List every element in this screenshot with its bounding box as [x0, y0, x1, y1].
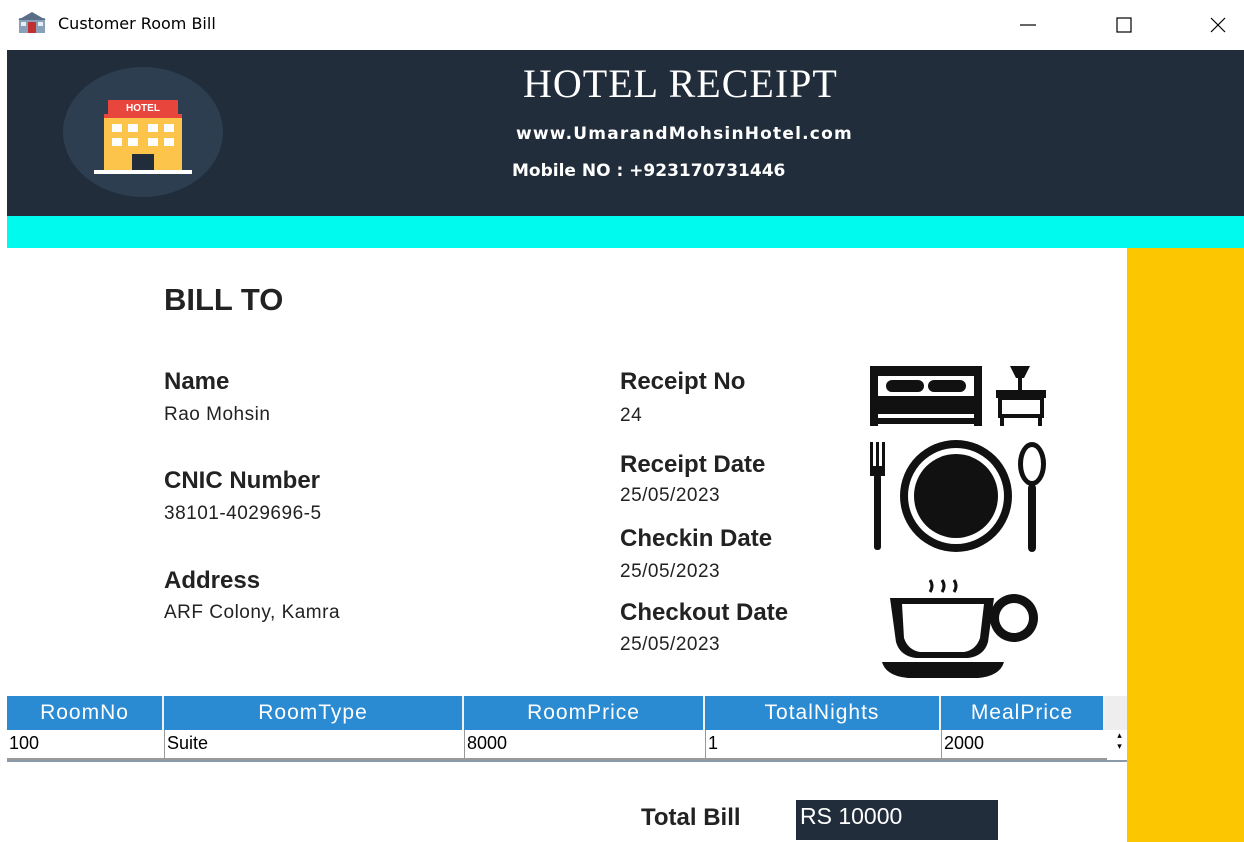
hotel-building-icon: HOTEL: [94, 100, 192, 174]
cell-roomtype: Suite: [164, 730, 464, 758]
checkin-date-label: Checkin Date: [620, 525, 773, 552]
cell-roomno: 100: [9, 733, 40, 753]
address-label: Address: [164, 567, 261, 594]
table-row[interactable]: 100 Suite 8000 1 2000: [7, 730, 1107, 760]
column-header-totalnights[interactable]: TotalNights: [705, 696, 941, 730]
receipt-date-value: 25/05/2023: [620, 485, 721, 506]
plate-cutlery-icon: [870, 440, 1046, 552]
minimize-icon: [1020, 24, 1036, 26]
cnic-value: 38101-4029696-5: [164, 503, 322, 524]
column-header-roomprice[interactable]: RoomPrice: [464, 696, 705, 730]
window-title: Customer Room Bill: [58, 14, 216, 33]
close-button[interactable]: [1196, 8, 1240, 42]
total-bill-value: RS 10000: [796, 800, 998, 840]
logo-text: HOTEL: [126, 103, 160, 114]
bill-table[interactable]: RoomNo RoomType RoomPrice TotalNights Me…: [7, 696, 1127, 764]
table-header: RoomNo RoomType RoomPrice TotalNights Me…: [7, 696, 1127, 730]
checkin-date-value: 25/05/2023: [620, 561, 721, 582]
cell-roomprice: 8000: [464, 730, 705, 758]
table-header-filler: [1105, 696, 1127, 730]
checkout-date-label: Checkout Date: [620, 599, 789, 626]
title-bar: Customer Room Bill: [0, 0, 1244, 50]
tea-cup-icon: [858, 572, 1058, 682]
receipt-no-value: 24: [620, 405, 643, 426]
chevron-down-icon[interactable]: ▾: [1112, 741, 1127, 752]
table-scroll-spinner[interactable]: ▴ ▾: [1112, 730, 1127, 758]
close-icon: [1210, 17, 1226, 33]
hotel-receipt-title: HOTEL RECEIPT: [523, 61, 838, 106]
cell-totalnights: 1: [705, 730, 941, 758]
cell-mealprice: 2000: [941, 730, 1107, 758]
checkout-date-value: 25/05/2023: [620, 634, 721, 655]
maximize-icon: [1116, 17, 1132, 33]
side-accent-bar: [1127, 248, 1244, 842]
hotel-website: www.UmarandMohsinHotel.com: [516, 124, 853, 144]
address-value: ARF Colony, Kamra: [164, 602, 341, 623]
name-label: Name: [164, 368, 230, 395]
column-header-mealprice[interactable]: MealPrice: [941, 696, 1105, 730]
accent-bar: [7, 216, 1244, 248]
receipt-header: HOTEL HOTEL RECEIPT www.UmarandMohsinHot…: [7, 50, 1244, 216]
column-header-roomtype[interactable]: RoomType: [164, 696, 464, 730]
receipt-no-label: Receipt No: [620, 368, 746, 395]
chevron-up-icon[interactable]: ▴: [1112, 730, 1127, 741]
minimize-button[interactable]: [1006, 8, 1050, 42]
table-divider: [7, 760, 1127, 762]
cnic-label: CNIC Number: [164, 467, 321, 494]
hotel-logo: HOTEL: [63, 67, 223, 197]
maximize-button[interactable]: [1102, 8, 1146, 42]
receipt-window: Customer Room Bill HOTEL HOTEL RECEIPT w…: [0, 0, 1244, 842]
bed-lamp-icon: [870, 366, 1046, 426]
receipt-date-label: Receipt Date: [620, 451, 766, 478]
hotel-mobile: Mobile NO : +923170731446: [512, 161, 786, 181]
bill-to-heading: BILL TO: [164, 282, 284, 317]
hotel-app-icon: [18, 12, 46, 33]
name-value: Rao Mohsin: [164, 404, 271, 425]
total-bill-label: Total Bill: [641, 804, 741, 831]
column-header-roomno[interactable]: RoomNo: [7, 696, 164, 730]
